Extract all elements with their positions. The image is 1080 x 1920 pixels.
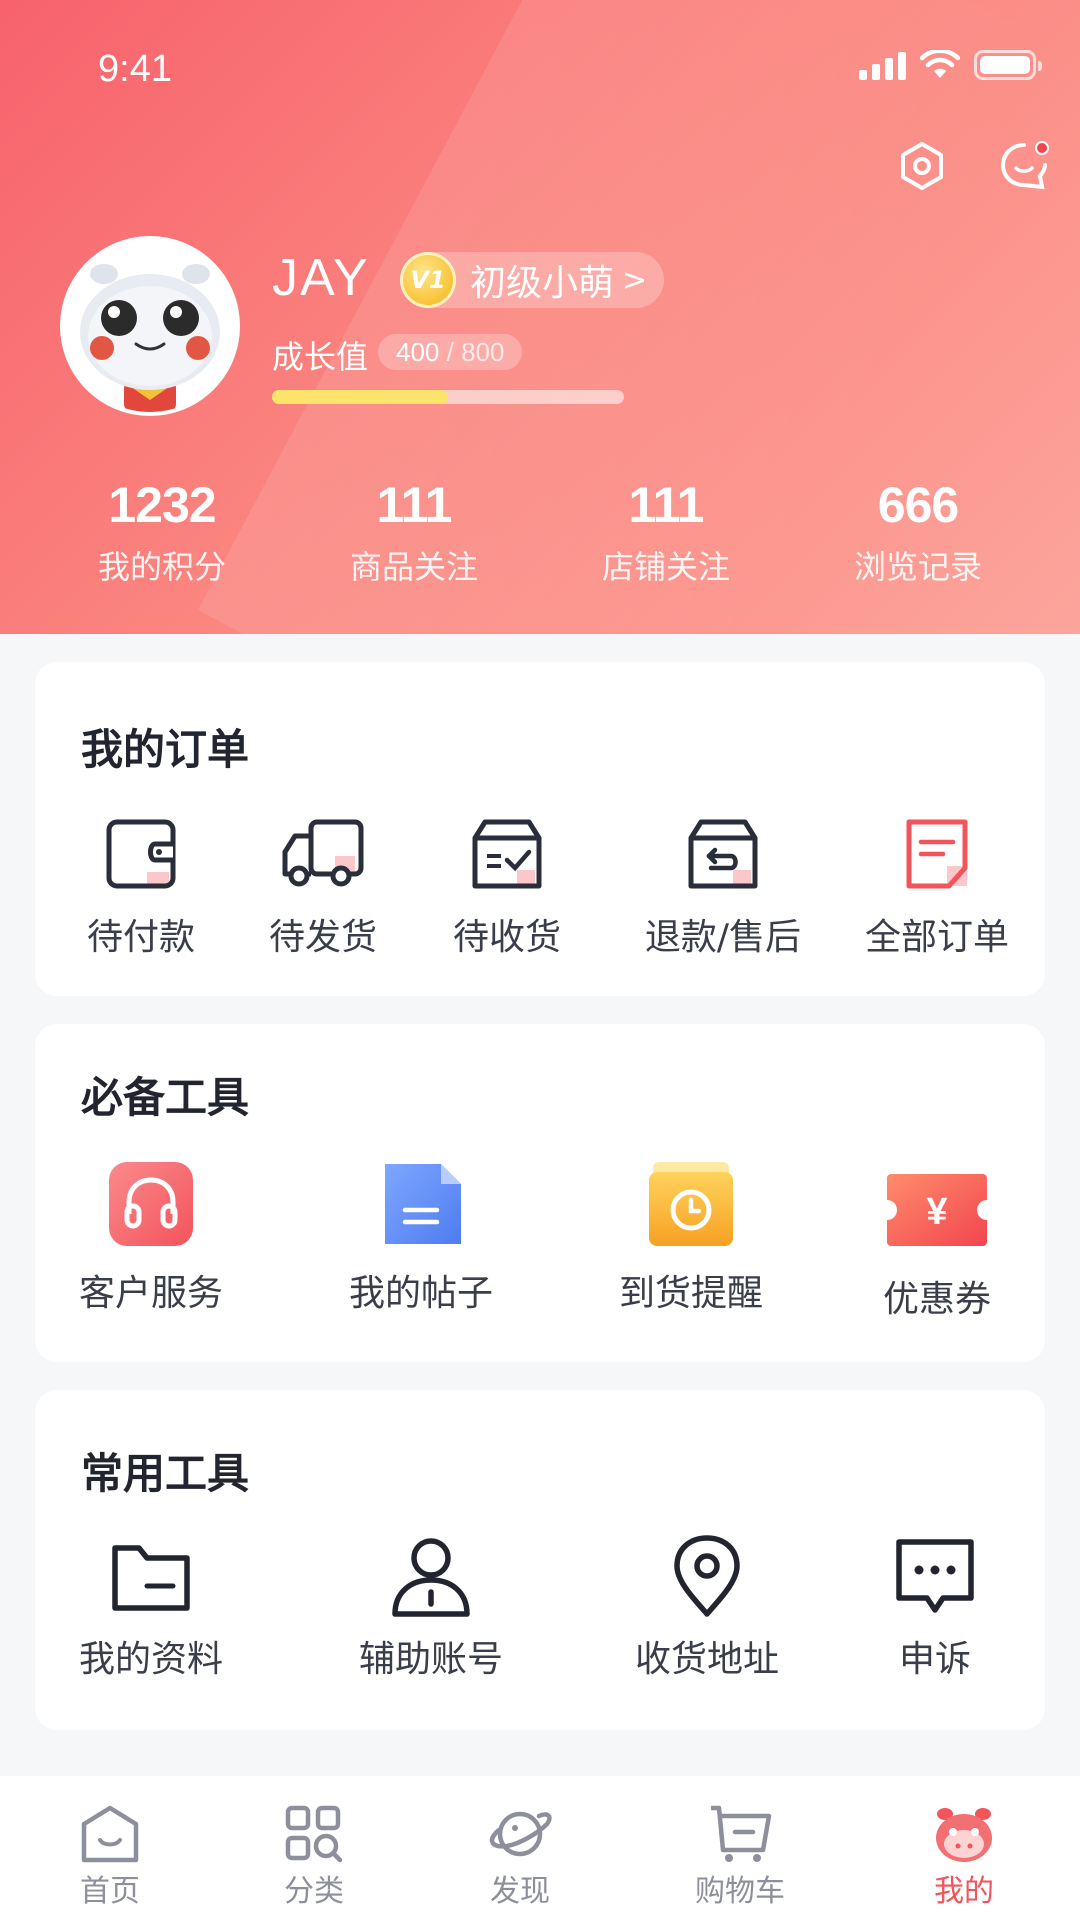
tool-my-profile[interactable]: 我的资料 — [71, 1534, 231, 1682]
tab-label: 发现 — [490, 1874, 550, 1909]
growth-separator: / — [439, 337, 462, 367]
stat-value: 666 — [877, 477, 959, 533]
common-tools-title: 常用工具 — [81, 1449, 250, 1498]
tool-label: 我的资料 — [78, 1639, 223, 1680]
level-name: 初级小萌 — [470, 263, 615, 304]
battery-icon — [974, 50, 1042, 80]
order-label: 待发货 — [268, 917, 377, 958]
tool-arrival-reminder[interactable]: 到货提醒 — [611, 1162, 771, 1316]
tool-label: 申诉 — [898, 1639, 971, 1680]
tool-coupons[interactable]: ¥ 优惠券 — [857, 1174, 1017, 1322]
username: JAY — [272, 249, 370, 307]
home-icon — [81, 1805, 139, 1863]
tab-label: 购物车 — [695, 1874, 785, 1909]
stat-points[interactable]: 1232 我的积分 — [36, 476, 288, 588]
settings-icon[interactable] — [896, 140, 948, 192]
growth-max: 800 — [461, 337, 505, 367]
tool-customer-service[interactable]: 客户服务 — [71, 1162, 231, 1316]
tool-label: 收货地址 — [634, 1639, 779, 1680]
tool-appeal[interactable]: 申诉 — [865, 1534, 1005, 1682]
post-icon — [385, 1164, 461, 1244]
avatar[interactable] — [60, 236, 240, 416]
status-icons — [859, 50, 1042, 80]
tab-cart[interactable]: 购物车 — [660, 1804, 820, 1910]
tab-mine[interactable]: 我的 — [884, 1804, 1044, 1910]
tool-label: 我的帖子 — [348, 1273, 493, 1314]
truck-icon — [282, 819, 364, 887]
growth-current: 400 — [396, 337, 440, 367]
clock-icon — [649, 1162, 733, 1246]
tool-label: 优惠券 — [882, 1279, 991, 1320]
stat-value: 1232 — [108, 477, 216, 533]
box-check-icon — [472, 819, 542, 889]
tab-label: 分类 — [284, 1874, 344, 1909]
orders-title: 我的订单 — [81, 725, 250, 774]
tool-label: 辅助账号 — [358, 1639, 503, 1680]
stat-label: 商品关注 — [349, 548, 478, 586]
order-label: 待收货 — [452, 917, 561, 958]
headphones-icon — [109, 1162, 193, 1246]
location-icon — [674, 1535, 740, 1617]
stat-value: 111 — [628, 477, 705, 533]
order-label: 退款/售后 — [644, 917, 802, 958]
message-icon[interactable] — [998, 140, 1050, 192]
tab-home[interactable]: 首页 — [30, 1804, 190, 1910]
signal-icon — [859, 50, 906, 80]
wifi-icon — [920, 50, 960, 78]
coupon-symbol: ¥ — [926, 1191, 947, 1233]
order-pending-payment[interactable]: 待付款 — [61, 816, 221, 960]
tab-discover[interactable]: 发现 — [440, 1804, 600, 1910]
orders-card: 我的订单 待付款 待发货 待收货 退款/售后 全部订单 — [35, 662, 1045, 996]
stat-label: 浏览记录 — [853, 548, 982, 586]
level-badge[interactable]: V1 初级小萌 > — [400, 252, 664, 308]
order-refund-aftersale[interactable]: 退款/售后 — [623, 816, 823, 960]
tool-sub-account[interactable]: 辅助账号 — [351, 1534, 511, 1682]
growth-progress-bar — [272, 390, 624, 404]
header-actions — [896, 140, 1050, 192]
box-return-icon — [688, 819, 758, 889]
chat-icon — [896, 1539, 974, 1613]
user-icon — [392, 1538, 470, 1617]
essential-tools-title: 必备工具 — [81, 1073, 250, 1122]
order-pending-shipment[interactable]: 待发货 — [243, 816, 403, 960]
tab-label: 我的 — [934, 1874, 994, 1909]
growth-label: 成长值 — [272, 338, 369, 376]
tool-label: 到货提醒 — [618, 1273, 763, 1314]
bottom-tab-bar: 首页 分类 发现 购物车 我的 — [0, 1776, 1080, 1920]
stat-browse-history[interactable]: 666 浏览记录 — [792, 476, 1044, 588]
stat-value: 111 — [376, 477, 453, 533]
document-icon — [906, 819, 968, 889]
folder-icon — [112, 1545, 190, 1611]
tab-label: 首页 — [80, 1874, 140, 1909]
tool-my-posts[interactable]: 我的帖子 — [341, 1162, 501, 1316]
growth-value: 400 / 800 — [378, 334, 523, 370]
coupon-icon: ¥ — [887, 1174, 987, 1246]
mascot-avatar-icon — [64, 240, 236, 412]
chevron-right-icon: > — [622, 262, 648, 298]
profile-header: 9:41 JAY V1 初级小萌 > 成长值 400 / 800 1232 我的… — [0, 0, 1080, 634]
stat-product-follows[interactable]: 111 商品关注 — [288, 476, 540, 588]
order-label: 待付款 — [86, 917, 195, 958]
tab-category[interactable]: 分类 — [234, 1804, 394, 1910]
order-label: 全部订单 — [864, 917, 1009, 958]
tool-shipping-address[interactable]: 收货地址 — [627, 1534, 787, 1682]
stats-row: 1232 我的积分 111 商品关注 111 店铺关注 666 浏览记录 — [0, 476, 1080, 588]
cart-icon — [711, 1805, 772, 1862]
wallet-icon — [106, 819, 176, 889]
mascot-icon — [936, 1808, 992, 1862]
common-tools-card: 常用工具 我的资料 辅助账号 收货地址 申诉 — [35, 1390, 1045, 1730]
stat-store-follows[interactable]: 111 店铺关注 — [540, 476, 792, 588]
essential-tools-card: 必备工具 客户服务 我的帖子 到货提醒 ¥ 优惠券 — [35, 1024, 1045, 1362]
status-time: 9:41 — [98, 48, 172, 90]
planet-icon — [489, 1811, 552, 1857]
level-icon: V1 — [400, 252, 456, 308]
growth-progress-fill — [272, 390, 448, 404]
order-all[interactable]: 全部订单 — [847, 816, 1027, 960]
stat-label: 我的积分 — [97, 548, 226, 586]
tool-label: 客户服务 — [78, 1273, 223, 1314]
order-pending-receipt[interactable]: 待收货 — [427, 816, 587, 960]
category-icon — [285, 1805, 343, 1863]
stat-label: 店铺关注 — [601, 548, 730, 586]
